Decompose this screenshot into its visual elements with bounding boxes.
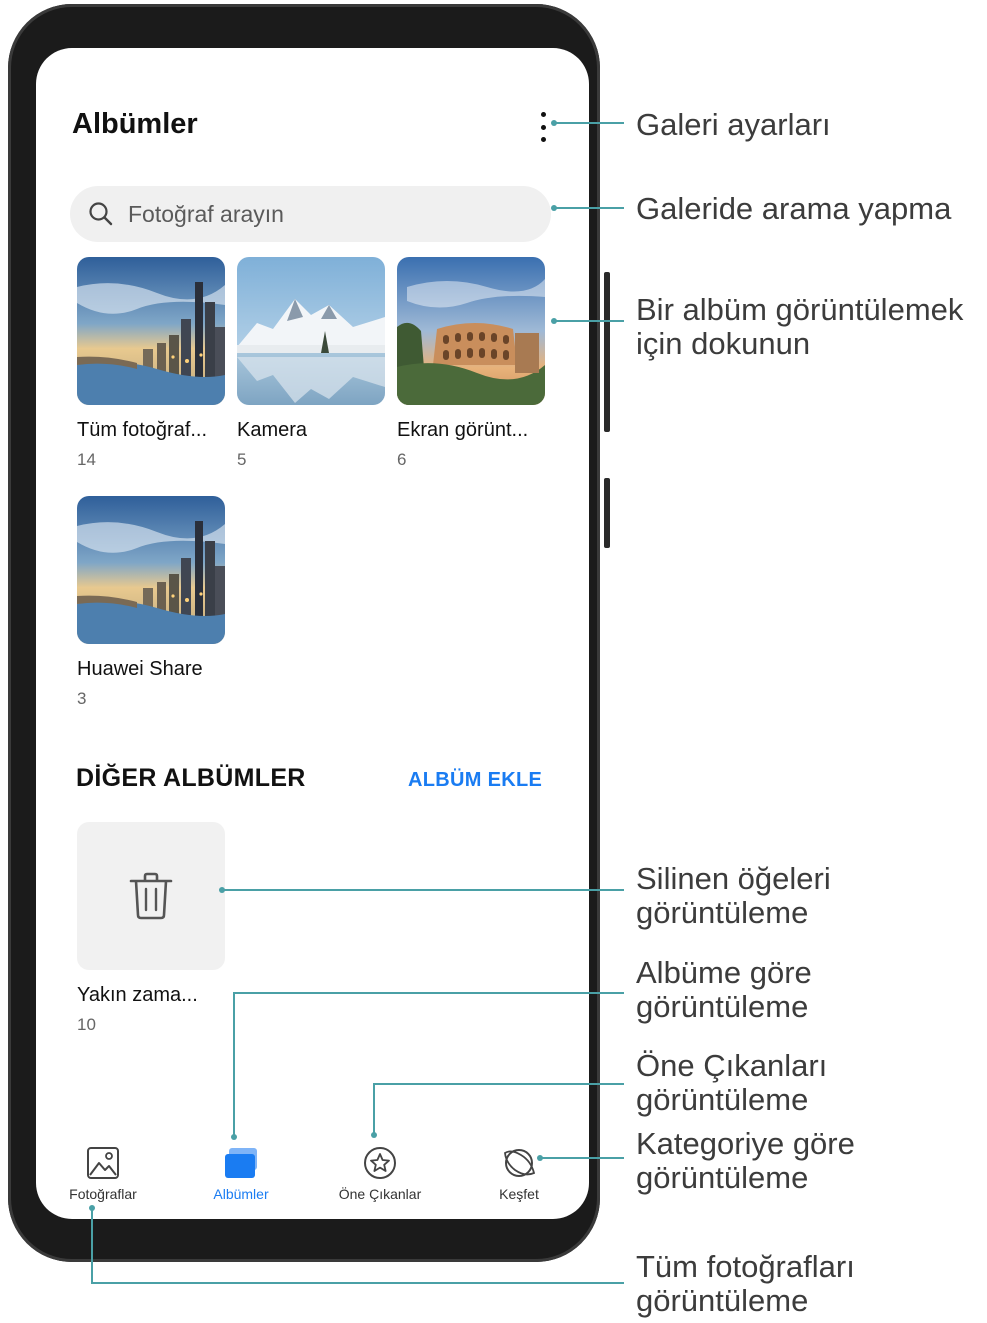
album-count: 6 <box>397 450 407 469</box>
tab-discover[interactable]: Keşfet <box>459 1146 579 1202</box>
annotation-text: görüntüleme <box>636 1160 809 1195</box>
tab-albums[interactable]: Albümler <box>181 1146 301 1202</box>
album-screenshots[interactable]: Ekran görünt... 6 <box>397 257 547 470</box>
annotation-text: Bir albüm görüntülemek <box>636 292 964 327</box>
search-icon <box>89 202 113 226</box>
bottom-nav: Fotoğraflar Albümler Öne Çıkanlar Keşfet <box>36 1128 589 1218</box>
album-thumbnail <box>237 257 385 405</box>
annotation-text: Galeride arama yapma <box>636 191 952 226</box>
annotation-text: Kategoriye göre <box>636 1126 855 1161</box>
annotation-deleted: Silinen öğeleri görüntüleme <box>636 862 831 930</box>
album-name: Ekran görünt... <box>397 419 529 441</box>
album-count: 5 <box>237 450 247 469</box>
album-recently-deleted[interactable]: Yakın zama... 10 <box>77 822 227 1035</box>
trash-icon <box>129 872 173 920</box>
annotation-text: Öne Çıkanları <box>636 1048 828 1083</box>
page-title: Albümler <box>72 108 198 140</box>
annotation-line <box>542 1157 624 1159</box>
annotation-settings: Galeri ayarları <box>636 108 831 142</box>
phone-frame: Albümler Fotoğraf arayın Tüm fotoğraf...… <box>8 4 610 1262</box>
album-count: 3 <box>77 689 87 708</box>
search-input[interactable] <box>126 199 510 229</box>
annotation-all-photos: Tüm fotoğrafları görüntüleme <box>636 1250 855 1318</box>
annotation-text: Galeri ayarları <box>636 107 831 142</box>
annotation-line <box>91 1208 93 1284</box>
annotation-line <box>233 992 624 994</box>
annotation-line <box>556 320 624 322</box>
album-name: Tüm fotoğraf... <box>77 419 208 441</box>
annotation-text: Tüm fotoğrafları <box>636 1249 855 1284</box>
album-camera[interactable]: Kamera 5 <box>237 257 387 470</box>
annotation-text: görüntüleme <box>636 895 809 930</box>
album-count: 14 <box>77 450 96 469</box>
search-bar[interactable] <box>70 186 551 242</box>
annotation-dot <box>231 1134 237 1140</box>
tab-label: Öne Çıkanlar <box>338 1186 422 1202</box>
album-thumbnail <box>397 257 545 405</box>
tab-label: Keşfet <box>499 1186 539 1202</box>
more-dot-icon <box>540 124 546 130</box>
album-thumbnail <box>77 496 225 644</box>
album-name: Kamera <box>237 419 308 441</box>
annotation-category: Kategoriye göre görüntüleme <box>636 1127 855 1195</box>
tab-photos[interactable]: Fotoğraflar <box>43 1146 163 1202</box>
annotation-text: için dokunun <box>636 326 811 361</box>
annotation-highlights: Öne Çıkanları görüntüleme <box>636 1049 827 1117</box>
album-name: Huawei Share <box>77 658 203 680</box>
album-all-photos[interactable]: Tüm fotoğraf... 14 <box>77 257 227 470</box>
annotation-line <box>224 889 624 891</box>
more-dot-icon <box>540 112 546 117</box>
annotation-line <box>91 1282 624 1284</box>
album-thumbnail <box>77 257 225 405</box>
annotation-search: Galeride arama yapma <box>636 192 951 226</box>
album-count: 10 <box>77 1015 96 1034</box>
more-dot-icon <box>540 137 546 142</box>
annotation-line <box>556 207 624 209</box>
albums-icon <box>225 1148 257 1178</box>
annotation-line <box>556 122 624 124</box>
album-name: Yakın zama... <box>77 984 198 1006</box>
star-icon <box>364 1147 396 1179</box>
tab-highlights[interactable]: Öne Çıkanlar <box>320 1146 440 1202</box>
annotation-line <box>233 992 235 1137</box>
annotation-line <box>373 1083 624 1085</box>
album-huawei-share[interactable]: Huawei Share 3 <box>77 496 227 709</box>
annotation-text: görüntüleme <box>636 1082 809 1117</box>
annotation-by-album: Albüme göre görüntüleme <box>636 956 812 1024</box>
tab-label: Albümler <box>213 1186 269 1202</box>
add-album-button[interactable]: ALBÜM EKLE <box>408 769 542 792</box>
more-options-button[interactable] <box>528 110 558 144</box>
planet-icon <box>504 1149 536 1177</box>
annotation-line <box>373 1083 375 1135</box>
annotation-text: görüntüleme <box>636 989 809 1024</box>
screen: Albümler Fotoğraf arayın Tüm fotoğraf...… <box>36 48 589 1219</box>
side-button-upper <box>604 272 610 432</box>
annotation-album-tap: Bir albüm görüntülemek için dokunun <box>636 293 963 361</box>
annotation-text: Albüme göre <box>636 955 812 990</box>
annotation-dot <box>371 1132 377 1138</box>
tab-label: Fotoğraflar <box>69 1186 137 1202</box>
side-button-lower <box>604 478 610 548</box>
annotation-text: Silinen öğeleri <box>636 861 831 896</box>
album-thumbnail <box>77 822 225 970</box>
annotation-text: görüntüleme <box>636 1283 809 1318</box>
image-icon <box>87 1147 119 1179</box>
other-albums-heading: DİĞER ALBÜMLER <box>76 764 306 792</box>
